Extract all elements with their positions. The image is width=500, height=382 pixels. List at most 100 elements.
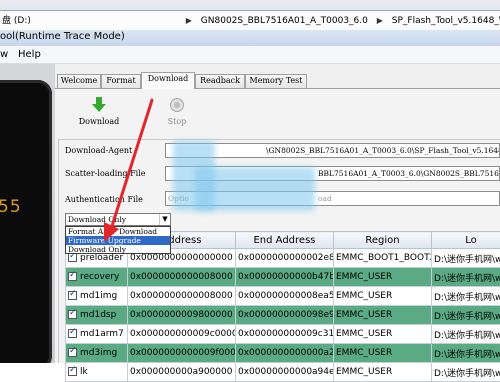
- breadcrumb[interactable]: 盘 (D:) ▶ GN8002S_BBL7516A01_A_T0003_6.0 …: [0, 10, 500, 30]
- download-label: Download: [79, 117, 120, 126]
- cell-begin: 0x0000000009800000: [128, 306, 236, 325]
- cell-begin: 0x000000000009c00000: [128, 325, 236, 344]
- download-mode-select[interactable]: Download Only ▼: [65, 213, 171, 226]
- auth-file-label: Authentication File: [65, 195, 143, 204]
- cell-begin: 0x0000000000009f00000: [128, 344, 236, 363]
- row-checkbox[interactable]: [68, 367, 77, 376]
- download-mode-options: Format All + Download Firmware Upgrade D…: [65, 226, 171, 254]
- table-row[interactable]: md3img 0x0000000000009f000000x00000000000…: [66, 344, 500, 363]
- redaction-blur: [195, 167, 315, 211]
- row-checkbox[interactable]: [68, 348, 77, 357]
- cell-location: D:\迷你手机网\www.mi: [432, 287, 500, 306]
- row-checkbox[interactable]: [68, 310, 77, 319]
- cell-end: 0x000000000009c310ff: [236, 325, 334, 344]
- cell-region: EMMC_USER: [334, 287, 432, 306]
- auth-placeholder-right: oad: [318, 192, 332, 205]
- cell-begin: 0x0000000000008000: [128, 287, 236, 306]
- table-row[interactable]: recovery 0x00000000000080000x00000000000b…: [66, 268, 500, 287]
- table-row[interactable]: md1arm7 0x000000000009c000000x00000000000…: [66, 325, 500, 344]
- download-panel: Download Stop Download-Agent \GN8002S_BB…: [55, 89, 500, 363]
- tab-readback[interactable]: Readback: [195, 74, 245, 88]
- cell-region: EMMC_BOOT1_BOOT2: [334, 249, 432, 268]
- chevron-right-icon[interactable]: ▶: [186, 11, 192, 30]
- chevron-down-icon[interactable]: ▼: [159, 214, 170, 225]
- chevron-right-icon[interactable]: ▶: [377, 11, 383, 30]
- cell-end: 0x00000000000b47b7f: [236, 268, 334, 287]
- breadcrumb-item[interactable]: GN8002S_BBL7516A01_A_T0003_6.0: [201, 12, 368, 30]
- partition-name: md1img: [80, 291, 117, 301]
- download-arrow-icon: [91, 97, 107, 113]
- partition-name: recovery: [80, 272, 119, 282]
- cell-begin: 0x0000000000008000: [128, 268, 236, 287]
- stop-label: Stop: [168, 117, 187, 126]
- row-checkbox[interactable]: [68, 272, 77, 281]
- partition-name: lk: [80, 367, 88, 377]
- cell-region: EMMC_USER: [334, 344, 432, 363]
- tab-format[interactable]: Format: [101, 74, 141, 88]
- tab-download[interactable]: Download: [141, 72, 195, 89]
- cell-location: D:\迷你手机网\www.mi: [432, 306, 500, 325]
- header-region: Region: [334, 232, 432, 249]
- cell-name[interactable]: md3img: [66, 344, 128, 363]
- partition-name: md1arm7: [80, 329, 124, 339]
- phone-clock: 55: [0, 197, 22, 217]
- partition-name: preloader: [80, 253, 123, 263]
- cell-end: 0x00000000000a94e31f: [236, 363, 334, 382]
- partition-name: md3img: [80, 348, 117, 358]
- faded-top-strip: [0, 0, 500, 10]
- cell-region: EMMC_USER: [334, 268, 432, 287]
- partition-name: md1dsp: [80, 310, 116, 320]
- phone-body: [0, 80, 52, 363]
- drive-fragment[interactable]: 盘 (D:): [0, 12, 62, 30]
- cell-end: 0x0000000000098e9a8f: [236, 306, 334, 325]
- tab-strip: Welcome Format Download Readback Memory …: [55, 72, 500, 88]
- cell-region: EMMC_USER: [334, 325, 432, 344]
- table-row[interactable]: lk 0x000000000a9000000x00000000000a94e31f…: [66, 363, 500, 382]
- download-agent-value: \GN8002S_BBL7516A01_A_T0003_6.0\SP_Flash…: [266, 144, 500, 157]
- cell-begin: 0x000000000a900000: [128, 363, 236, 382]
- cell-end: 0x000000000008ea54af: [236, 287, 334, 306]
- cell-end: 0x0000000000000a2d4bdf: [236, 344, 334, 363]
- table-row[interactable]: md1img 0x00000000000080000x000000000008ea…: [66, 287, 500, 306]
- menu-help[interactable]: Help: [18, 49, 41, 60]
- explorer-address-bar: 盘 (D:) ▶ GN8002S_BBL7516A01_A_T0003_6.0 …: [0, 0, 500, 30]
- header-end-address: End Address: [236, 232, 334, 249]
- option-download-only[interactable]: Download Only: [66, 245, 170, 254]
- option-format-all-download[interactable]: Format All + Download: [66, 227, 170, 236]
- cell-name[interactable]: md1img: [66, 287, 128, 306]
- cell-location: D:\迷你手机网\www.mi: [432, 268, 500, 287]
- window-title: ool(Runtime Trace Mode): [0, 31, 125, 42]
- cell-location: D:\迷你手机网\www.mi: [432, 325, 500, 344]
- cell-end: 0x0000000000002e84b: [236, 249, 334, 268]
- tab-welcome[interactable]: Welcome: [57, 74, 101, 88]
- scatter-file-value: BBL7516A01_A_T0003_6.0\GN8002S_BBL7516A0…: [318, 167, 500, 180]
- tab-memory-test[interactable]: Memory Test: [245, 74, 307, 88]
- stop-icon: [169, 97, 185, 113]
- window-titlebar: ool(Runtime Trace Mode): [0, 30, 500, 46]
- cell-name[interactable]: md1dsp: [66, 306, 128, 325]
- row-checkbox[interactable]: [68, 253, 77, 262]
- option-firmware-upgrade[interactable]: Firmware Upgrade: [66, 236, 170, 245]
- download-mode-value: Download Only: [68, 215, 126, 224]
- cell-region: EMMC_USER: [334, 363, 432, 382]
- download-agent-label: Download-Agent: [65, 146, 132, 155]
- cell-name[interactable]: recovery: [66, 268, 128, 287]
- menu-window[interactable]: w: [0, 49, 8, 60]
- scatter-file-label: Scatter-loading File: [65, 169, 145, 178]
- cell-region: EMMC_USER: [334, 306, 432, 325]
- cell-location: D:\迷你手机网\www.mi: [432, 344, 500, 363]
- cell-location: D:\迷你手机网\www.mi: [432, 363, 500, 382]
- flash-tool-app: Welcome Format Download Readback Memory …: [55, 64, 500, 363]
- row-checkbox[interactable]: [68, 291, 77, 300]
- row-checkbox[interactable]: [68, 329, 77, 338]
- stop-button[interactable]: Stop: [155, 97, 199, 133]
- cell-name[interactable]: md1arm7: [66, 325, 128, 344]
- table-row[interactable]: md1dsp 0x00000000098000000x0000000000098e…: [66, 306, 500, 325]
- breadcrumb-item[interactable]: SP_Flash_Tool_v5.1648_Win: [392, 12, 500, 30]
- cell-name[interactable]: lk: [66, 363, 128, 382]
- download-button[interactable]: Download: [77, 97, 121, 133]
- header-location: Lo: [432, 232, 500, 249]
- cell-location: D:\迷你手机网\www.mi: [432, 249, 500, 268]
- download-agent-field[interactable]: \GN8002S_BBL7516A01_A_T0003_6.0\SP_Flash…: [165, 143, 500, 158]
- menu-bar: w Help: [0, 46, 500, 64]
